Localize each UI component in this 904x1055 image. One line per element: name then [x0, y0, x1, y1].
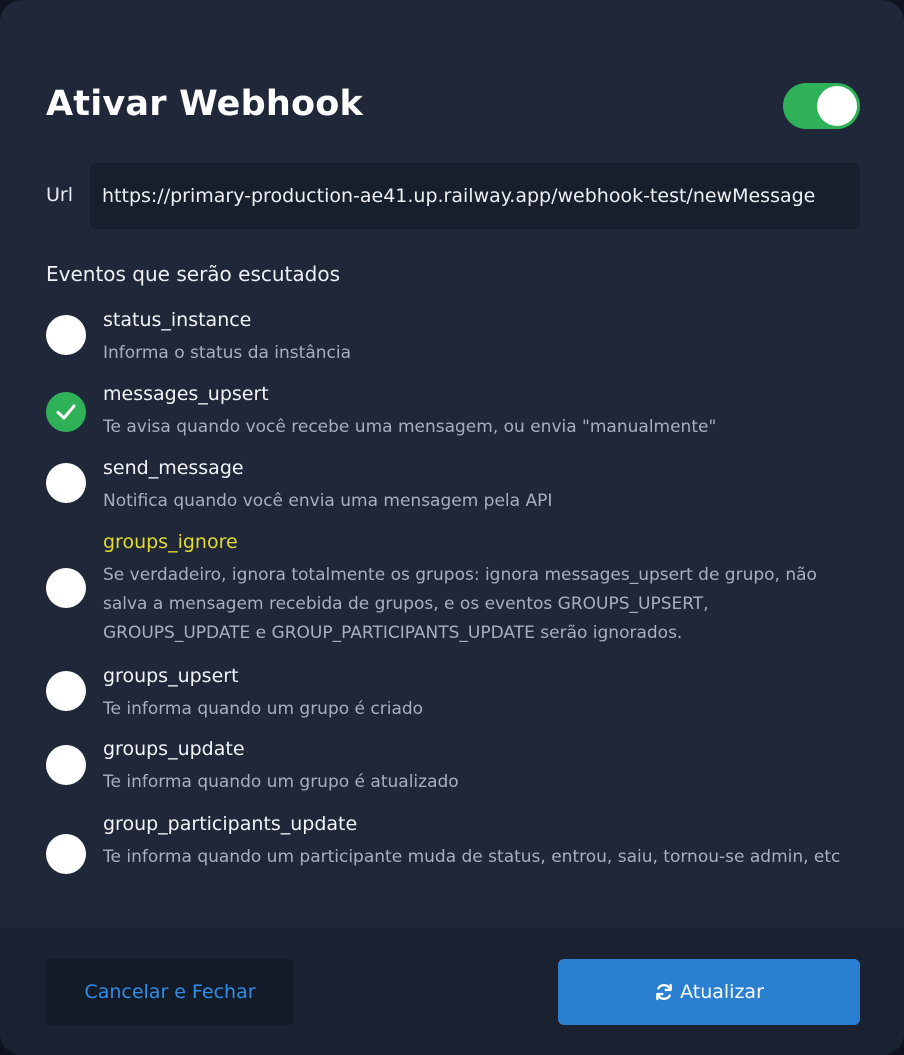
event-name: status_instance — [103, 309, 252, 331]
event-option-groups-upsert[interactable]: groups_upsert Te informa quando um grupo… — [0, 665, 904, 725]
url-label: Url — [46, 184, 73, 206]
radio-button[interactable] — [46, 568, 86, 608]
webhook-enable-toggle[interactable] — [783, 83, 860, 129]
event-name: groups_upsert — [103, 665, 239, 687]
modal-title: Ativar Webhook — [46, 84, 363, 124]
event-description: Te informa quando um grupo é criado — [103, 699, 424, 719]
event-option-groups-ignore[interactable]: groups_ignore Se verdadeiro, ignora tota… — [0, 531, 904, 651]
event-option-status-instance[interactable]: status_instance Informa o status da inst… — [0, 309, 904, 369]
update-button[interactable]: Atualizar — [558, 959, 860, 1025]
event-description: Te avisa quando você recebe uma mensagem… — [103, 417, 717, 437]
events-section-title: Eventos que serão escutados — [46, 262, 340, 286]
radio-button[interactable] — [46, 671, 86, 711]
event-description: Se verdadeiro, ignora totalmente os grup… — [103, 565, 817, 643]
radio-button[interactable] — [46, 745, 86, 785]
radio-button[interactable] — [46, 315, 86, 355]
cancel-close-button[interactable]: Cancelar e Fechar — [46, 959, 294, 1025]
event-option-groups-update[interactable]: groups_update Te informa quando um grupo… — [0, 738, 904, 798]
webhook-modal: Ativar Webhook Url Eventos que serão esc… — [0, 0, 904, 1055]
event-option-send-message[interactable]: send_message Notifica quando você envia … — [0, 457, 904, 517]
event-name: messages_upsert — [103, 383, 269, 405]
toggle-knob — [817, 86, 857, 126]
event-description: Te informa quando um grupo é atualizado — [103, 772, 459, 792]
radio-button[interactable] — [46, 834, 86, 874]
url-input[interactable] — [90, 163, 860, 229]
radio-button[interactable] — [46, 463, 86, 503]
update-button-label: Atualizar — [680, 981, 764, 1003]
event-option-messages-upsert[interactable]: messages_upsert Te avisa quando você rec… — [0, 383, 904, 443]
event-name: groups_ignore — [103, 531, 238, 553]
event-name: group_participants_update — [103, 813, 358, 835]
event-description: Notifica quando você envia uma mensagem … — [103, 491, 553, 511]
event-description: Te informa quando um participante muda d… — [103, 847, 841, 867]
refresh-icon — [656, 983, 672, 1001]
event-description: Informa o status da instância — [103, 343, 352, 363]
checkmark-icon — [56, 404, 76, 420]
event-name: groups_update — [103, 738, 245, 760]
event-option-group-participants-update[interactable]: group_participants_update Te informa qua… — [0, 813, 904, 903]
event-name: send_message — [103, 457, 244, 479]
radio-button-checked[interactable] — [46, 392, 86, 432]
